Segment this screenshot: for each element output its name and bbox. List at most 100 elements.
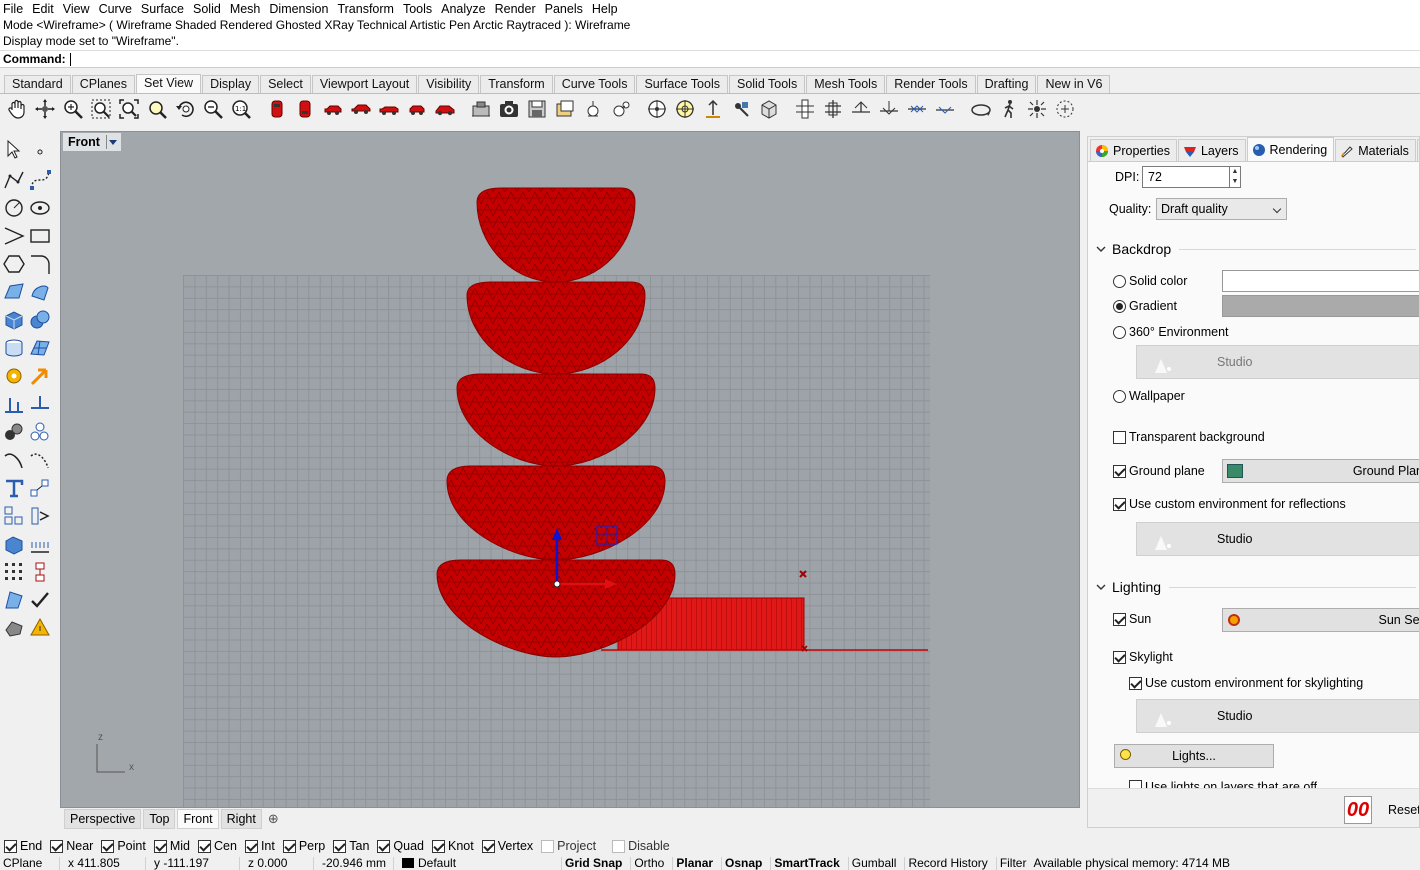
menu-solid[interactable]: Solid <box>190 1 227 17</box>
solid-color-swatch[interactable] <box>1222 270 1419 292</box>
array-icon[interactable] <box>2 504 26 528</box>
text-icon[interactable] <box>2 476 26 500</box>
surface-from-points-icon[interactable] <box>2 280 26 304</box>
command-line[interactable]: Command: <box>0 50 1420 68</box>
ortho-toggle[interactable]: Ortho <box>631 857 674 870</box>
mesh-cylinder-icon[interactable] <box>2 336 26 360</box>
zoom-window-icon[interactable] <box>88 96 114 122</box>
plan-view-icon[interactable] <box>792 96 818 122</box>
command-input[interactable] <box>69 52 71 66</box>
align-icon[interactable] <box>2 392 26 416</box>
menu-file[interactable]: File <box>0 1 29 17</box>
dpi-spinner[interactable]: ▲ ▼ <box>1229 166 1241 188</box>
top-car-view-icon[interactable] <box>376 96 402 122</box>
tab-select[interactable]: Select <box>260 75 311 93</box>
left-car-view-icon[interactable] <box>320 96 346 122</box>
sun-light-icon[interactable] <box>1024 96 1050 122</box>
lens-length-icon[interactable] <box>728 96 754 122</box>
tab-rendering[interactable]: Rendering <box>1246 137 1335 161</box>
osnap-checkbox[interactable] <box>153 839 167 853</box>
ungroup-icon[interactable] <box>28 420 52 444</box>
custom-reflections-checkbox[interactable]: Use custom environment for reflections <box>1113 497 1346 511</box>
tab-layers[interactable]: Layers <box>1177 139 1246 161</box>
osnap-checkbox[interactable] <box>282 839 296 853</box>
menu-dimension[interactable]: Dimension <box>266 1 334 17</box>
blend-dashed-icon[interactable] <box>28 448 52 472</box>
orbit-view-icon[interactable] <box>968 96 994 122</box>
gumball-toggle[interactable]: Gumball <box>849 857 906 870</box>
fillet-curve-icon[interactable] <box>28 252 52 276</box>
osnap-checkbox[interactable] <box>244 839 258 853</box>
bowl-3[interactable] <box>456 373 656 467</box>
osnap-checkbox[interactable] <box>541 839 555 853</box>
front-viewport[interactable]: z x Front <box>60 131 1080 808</box>
tab-drafting[interactable]: Drafting <box>976 75 1037 93</box>
solid-color-option[interactable]: Solid color <box>1113 274 1187 288</box>
tab-new-in-v6[interactable]: New in V6 <box>1037 75 1111 93</box>
viewport-title[interactable]: Front <box>63 133 121 151</box>
walk-view-icon[interactable] <box>996 96 1022 122</box>
named-views-icon[interactable] <box>468 96 494 122</box>
flow-along-curve-icon[interactable] <box>28 504 52 528</box>
right-car-view-icon[interactable] <box>348 96 374 122</box>
viewport-tab-right[interactable]: Right <box>220 809 262 829</box>
polyline-icon[interactable] <box>2 168 26 192</box>
control-points-icon[interactable] <box>28 560 52 584</box>
osnap-checkbox[interactable] <box>612 839 626 853</box>
reset-button[interactable]: Reset <box>1388 803 1419 817</box>
rear-view-icon[interactable] <box>264 96 290 122</box>
menu-help[interactable]: Help <box>589 1 624 17</box>
perspective-car-view-icon[interactable] <box>432 96 458 122</box>
extrude-solid-icon[interactable] <box>2 532 26 556</box>
surface-tools-icon[interactable] <box>28 280 52 304</box>
osnap-int[interactable]: Int <box>244 839 275 853</box>
menu-tools[interactable]: Tools <box>400 1 438 17</box>
place-target-icon[interactable] <box>608 96 634 122</box>
rotate-view-icon[interactable] <box>32 96 58 122</box>
rectangle-icon[interactable] <box>28 224 52 248</box>
transparent-background-checkbox[interactable]: Transparent background <box>1113 430 1265 444</box>
wallpaper-option[interactable]: Wallpaper <box>1113 389 1185 403</box>
tab-properties[interactable]: Properties <box>1090 139 1177 161</box>
polygon-icon[interactable] <box>2 252 26 276</box>
viewport-menu-icon[interactable] <box>105 135 117 149</box>
lights-button[interactable]: Lights... <box>1114 744 1274 768</box>
tab-visibility[interactable]: Visibility <box>418 75 480 93</box>
arc-icon[interactable] <box>2 224 26 248</box>
viewport-tab-front[interactable]: Front <box>177 809 219 829</box>
undo-view-icon[interactable] <box>172 96 198 122</box>
tab-solid-tools[interactable]: Solid Tools <box>728 75 806 93</box>
layer-selector[interactable]: Default <box>394 857 562 870</box>
tab-materials[interactable]: Materials <box>1335 139 1416 161</box>
quality-dropdown[interactable]: Draft quality <box>1156 198 1287 220</box>
osnap-toggle[interactable]: Osnap <box>722 857 772 870</box>
reflections-environment-button[interactable]: Studio <box>1136 522 1419 556</box>
tilt-view-icon[interactable] <box>848 96 874 122</box>
elevator-view-icon[interactable] <box>820 96 846 122</box>
flatten-icon[interactable] <box>28 392 52 416</box>
hatch-icon[interactable] <box>28 532 52 556</box>
osnap-checkbox[interactable] <box>432 839 445 853</box>
ground-plane-checkbox[interactable]: Ground plane <box>1113 464 1205 478</box>
render-material-icon[interactable] <box>28 616 52 640</box>
render-icon[interactable]: 00 <box>1344 796 1372 824</box>
backdrop-section[interactable]: Backdrop <box>1096 241 1416 257</box>
osnap-mid[interactable]: Mid <box>153 839 190 853</box>
osnap-end[interactable]: End <box>4 839 42 853</box>
swivel-view-icon[interactable] <box>904 96 930 122</box>
solid-union-icon[interactable] <box>28 308 52 332</box>
box-icon[interactable] <box>2 308 26 332</box>
flat-view-icon[interactable] <box>932 96 958 122</box>
select-arrow-icon[interactable] <box>2 138 26 162</box>
tab-cplanes[interactable]: CPlanes <box>71 75 135 93</box>
roll-view-icon[interactable] <box>876 96 902 122</box>
bowl-2[interactable] <box>466 281 646 375</box>
render-tools-icon[interactable] <box>2 616 26 640</box>
zoom-extents-icon[interactable] <box>116 96 142 122</box>
set-target-icon[interactable] <box>672 96 698 122</box>
group-icon[interactable] <box>2 420 26 444</box>
model-geometry[interactable] <box>61 132 1080 808</box>
osnap-vertex[interactable]: Vertex <box>481 839 533 853</box>
environment-360-button[interactable]: Studio <box>1136 345 1419 379</box>
grid-snap-toggle[interactable]: Grid Snap <box>562 857 632 870</box>
